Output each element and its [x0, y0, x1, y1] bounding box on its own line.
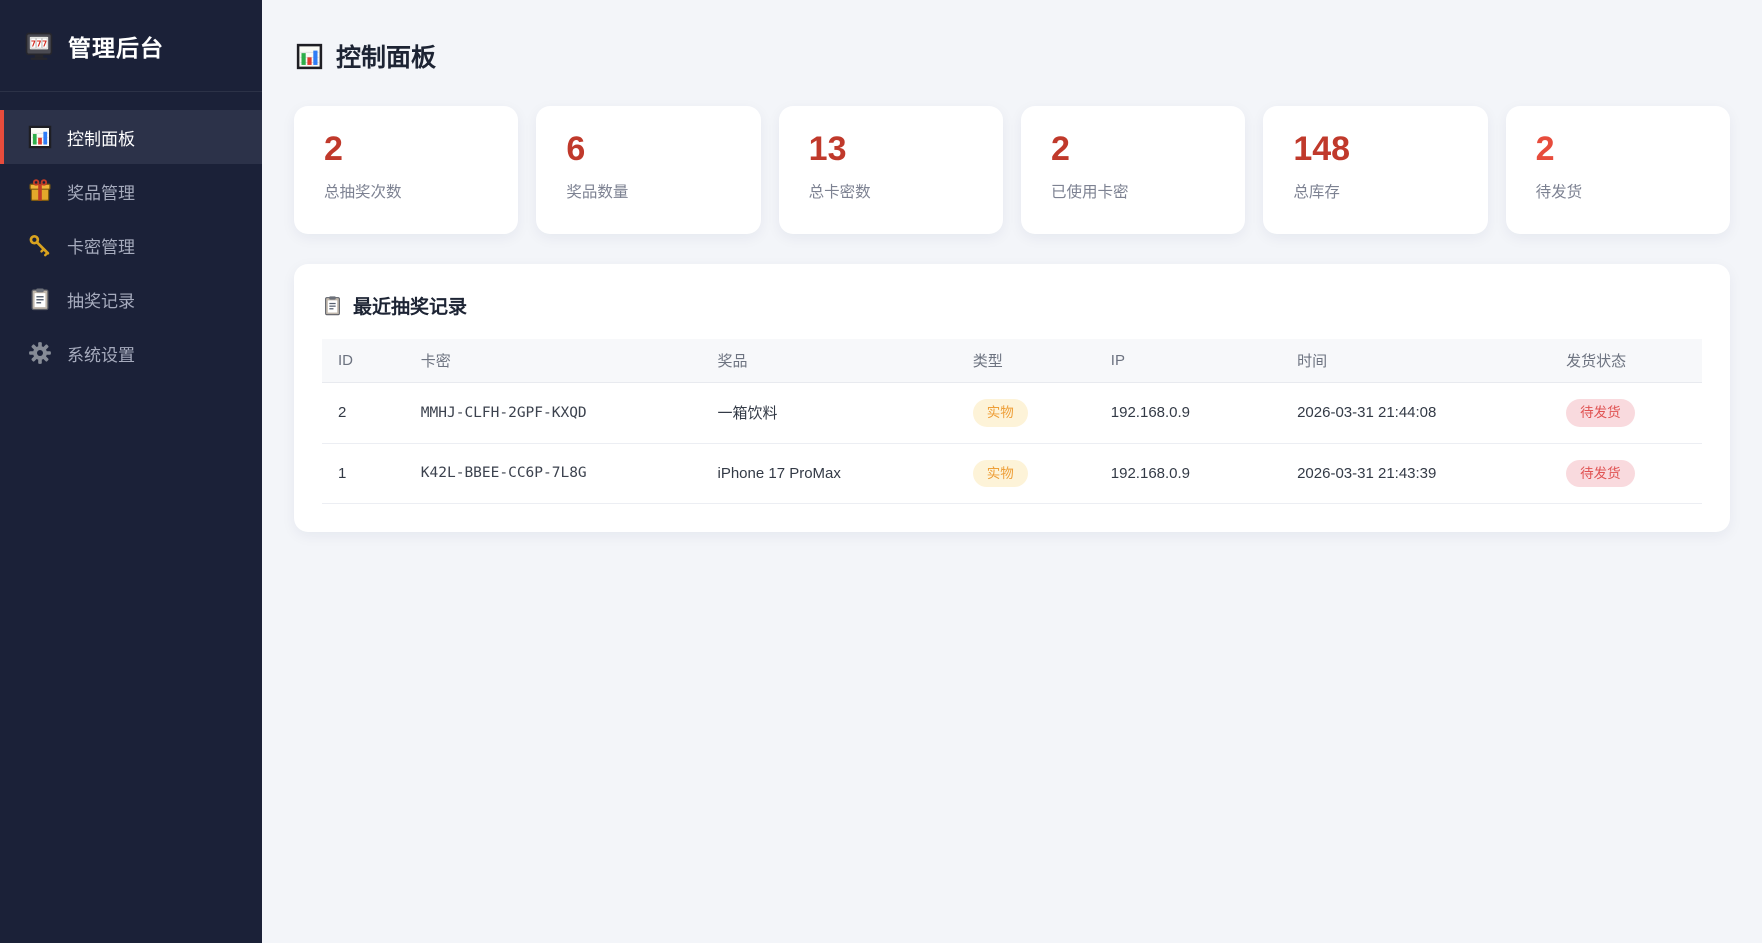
- stat-label: 总卡密数: [808, 184, 871, 201]
- cell-time: 2026-03-31 21:44:08: [1281, 382, 1551, 444]
- stat-value: 2: [1050, 130, 1070, 168]
- cell-status: 待发货: [1550, 382, 1702, 444]
- section-title: 最近抽奖记录: [353, 297, 468, 318]
- cell-type: 实物: [956, 443, 1095, 505]
- cell-type: 实物: [956, 382, 1095, 444]
- type-badge: 实物: [972, 399, 1028, 427]
- cell-card-key: K42L-BBEE-CC6P-7L8G: [404, 443, 702, 505]
- stat-value: 13: [808, 130, 847, 168]
- cell-id: 2: [322, 382, 405, 444]
- col-header-type: 类型: [956, 339, 1095, 383]
- col-header-prize: 奖品: [701, 339, 957, 383]
- stat-label: 已使用卡密: [1050, 184, 1129, 201]
- status-badge: 待发货: [1566, 399, 1635, 427]
- stat-value: 2: [1535, 130, 1555, 168]
- sidebar-item-label: 控制面板: [67, 129, 135, 149]
- stat-value: 148: [1293, 130, 1351, 168]
- app-logo: 管理后台: [0, 0, 262, 92]
- stat-card-total-card-keys: 13 总卡密数: [778, 106, 1003, 234]
- recent-records-panel: 最近抽奖记录 ID 卡密 奖品 类型 IP 时间 发货状态 2 MMHJ-CLF…: [294, 264, 1730, 533]
- stat-card-total-stock: 148 总库存: [1263, 106, 1488, 234]
- stat-label: 总抽奖次数: [324, 184, 402, 201]
- stat-label: 总库存: [1293, 184, 1340, 201]
- gear-icon: [28, 341, 52, 365]
- table-row: 1 K42L-BBEE-CC6P-7L8G iPhone 17 ProMax 实…: [322, 443, 1702, 505]
- page-header: 控制面板: [296, 38, 1730, 74]
- col-header-id: ID: [322, 339, 405, 383]
- stat-value: 2: [324, 130, 343, 168]
- stat-card-prize-count: 6 奖品数量: [536, 106, 761, 234]
- status-badge: 待发货: [1566, 459, 1635, 488]
- sidebar: 管理后台 控制面板 奖品管理 卡密管理 抽奖记录 系统设置: [0, 0, 262, 943]
- cell-status: 待发货: [1550, 443, 1702, 505]
- cell-card-key: MMHJ-CLFH-2GPF-KXQD: [404, 382, 702, 444]
- table-row: 2 MMHJ-CLFH-2GPF-KXQD 一箱饮料 实物 192.168.0.…: [322, 382, 1702, 444]
- cell-ip: 192.168.0.9: [1094, 443, 1282, 505]
- cell-id: 1: [322, 443, 405, 505]
- stat-card-used-card-keys: 2 已使用卡密: [1020, 106, 1246, 234]
- sidebar-item-prizes[interactable]: 奖品管理: [0, 164, 262, 218]
- app-title: 管理后台: [68, 34, 164, 61]
- table-header-row: ID 卡密 奖品 类型 IP 时间 发货状态: [322, 339, 1702, 383]
- cell-time: 2026-03-31 21:43:39: [1281, 443, 1551, 505]
- main-content: 控制面板 2 总抽奖次数 6 奖品数量 13 总卡密数 2 已使用卡密 148 …: [262, 0, 1762, 943]
- col-header-ip: IP: [1094, 339, 1282, 383]
- clipboard-icon: [28, 287, 52, 311]
- cell-prize: iPhone 17 ProMax: [701, 443, 957, 505]
- bar-chart-icon: [296, 43, 323, 70]
- stat-label: 奖品数量: [566, 184, 629, 201]
- sidebar-item-settings[interactable]: 系统设置: [0, 326, 262, 380]
- stat-label: 待发货: [1535, 184, 1583, 201]
- cell-prize: 一箱饮料: [701, 382, 957, 444]
- sidebar-item-label: 奖品管理: [67, 183, 135, 203]
- sidebar-item-label: 卡密管理: [67, 237, 135, 257]
- sidebar-item-dashboard[interactable]: 控制面板: [0, 110, 262, 164]
- cell-ip: 192.168.0.9: [1094, 382, 1282, 444]
- bar-chart-icon: [28, 125, 52, 149]
- sidebar-item-label: 抽奖记录: [67, 291, 135, 311]
- gift-icon: [28, 179, 52, 203]
- col-header-card-key: 卡密: [404, 339, 702, 383]
- stat-card-total-draws: 2 总抽奖次数: [294, 106, 519, 234]
- sidebar-item-lottery-records[interactable]: 抽奖记录: [0, 272, 262, 326]
- col-header-status: 发货状态: [1550, 339, 1702, 383]
- panel-title: 最近抽奖记录: [322, 292, 1702, 319]
- key-icon: [28, 233, 52, 257]
- sidebar-menu: 控制面板 奖品管理 卡密管理 抽奖记录 系统设置: [0, 92, 262, 380]
- stats-cards: 2 总抽奖次数 6 奖品数量 13 总卡密数 2 已使用卡密 148 总库存 2…: [294, 106, 1730, 234]
- sidebar-item-label: 系统设置: [67, 345, 135, 365]
- col-header-time: 时间: [1281, 339, 1551, 383]
- page-title: 控制面板: [336, 44, 437, 72]
- type-badge: 实物: [972, 459, 1028, 488]
- stat-card-pending-shipment: 2 待发货: [1505, 106, 1730, 234]
- slot-machine-icon: [24, 31, 54, 61]
- stat-value: 6: [566, 130, 586, 168]
- records-table: ID 卡密 奖品 类型 IP 时间 发货状态 2 MMHJ-CLFH-2GPF-…: [322, 339, 1702, 505]
- sidebar-item-card-keys[interactable]: 卡密管理: [0, 218, 262, 272]
- clipboard-icon: [322, 295, 343, 316]
